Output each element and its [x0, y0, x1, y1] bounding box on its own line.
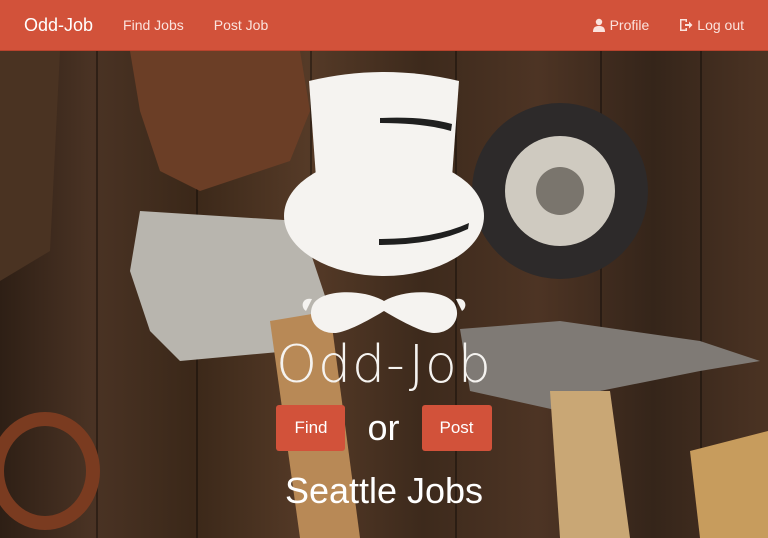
tape-measure-center	[536, 167, 584, 215]
top-hat-mustache-icon	[284, 72, 484, 333]
nav-logout[interactable]: Log out	[679, 17, 744, 33]
nav-right: Profile Log out	[592, 17, 768, 33]
nav-logout-label: Log out	[697, 17, 744, 33]
hero-background	[0, 51, 768, 538]
top-navbar: Odd-Job Find Jobs Post Job Profile Log o…	[0, 0, 768, 51]
user-icon	[592, 18, 605, 32]
nav-post-job[interactable]: Post Job	[214, 17, 268, 33]
find-button[interactable]: Find	[276, 405, 346, 451]
cta-row: Find or Post	[0, 405, 768, 451]
boot-shape	[0, 51, 60, 281]
nav-find-jobs[interactable]: Find Jobs	[123, 17, 184, 33]
or-text: or	[367, 407, 400, 448]
nav-profile[interactable]: Profile	[592, 17, 650, 33]
post-button[interactable]: Post	[421, 405, 492, 451]
sheath-shape	[130, 51, 310, 191]
hero-subtitle: Seattle Jobs	[284, 470, 484, 511]
hero-title: Odd-Job	[276, 335, 492, 395]
nav-profile-label: Profile	[609, 17, 650, 33]
logout-icon	[680, 19, 693, 31]
brand-link[interactable]: Odd-Job	[24, 15, 93, 36]
